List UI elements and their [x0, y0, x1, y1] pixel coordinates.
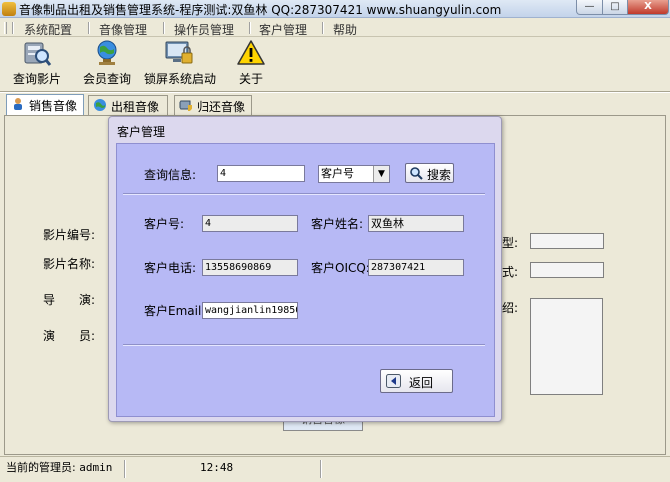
menu-help[interactable]: 帮助 [329, 21, 361, 38]
lock-screen-icon [165, 41, 193, 64]
chevron-down-icon[interactable]: ▼ [373, 166, 389, 182]
search-film-icon [24, 42, 52, 66]
menu-media-management[interactable]: 音像管理 [95, 21, 151, 38]
dialog-title: 客户管理 [117, 125, 166, 139]
menu-bar: 系统配置 音像管理 操作员管理 客户管理 帮助 [0, 19, 670, 37]
tab-sale-media-label: 销售音像 [29, 99, 78, 113]
query-field-selected: 客户号 [321, 167, 354, 180]
toolbar-query-film-label: 查询影片 [12, 72, 61, 86]
app-icon [2, 2, 16, 16]
admin-status: 当前的管理员: admin [2, 460, 112, 478]
toolbar-member-query-button[interactable]: 会员查询 [72, 39, 142, 89]
tab-rent-media[interactable]: 出租音像 [88, 95, 168, 115]
tab-return-media[interactable]: 归还音像 [174, 95, 252, 115]
intro-label: 绍: [502, 301, 519, 315]
phone-field[interactable]: 13558690869 [202, 259, 298, 276]
film-name-label: 影片名称: [43, 257, 96, 271]
dialog-divider-bottom [123, 344, 485, 346]
search-icon [410, 167, 423, 180]
toolbar-member-query-label: 会员查询 [82, 72, 131, 86]
toolbar-divider [0, 91, 670, 93]
menu-separator [12, 22, 14, 34]
format-label: 式: [502, 265, 519, 279]
qq-label: 客户OICQ: [311, 261, 370, 275]
customer-id-field[interactable]: 4 [202, 215, 298, 232]
maximize-button[interactable]: □ [602, 0, 628, 15]
toolbar-lock-screen-button[interactable]: 锁屏系统启动 [144, 39, 217, 89]
toolbar-query-film-button[interactable]: 查询影片 [2, 39, 72, 89]
back-icon [386, 374, 401, 388]
phone-label: 客户电话: [144, 261, 197, 275]
search-button[interactable]: 搜索 [405, 163, 454, 183]
intro-textarea[interactable] [530, 298, 603, 395]
menu-system-config[interactable]: 系统配置 [20, 21, 76, 38]
format-field[interactable] [530, 262, 604, 278]
warning-icon [237, 40, 265, 65]
search-button-label: 搜索 [427, 168, 452, 182]
type-label: 型: [502, 236, 519, 250]
customer-id-label: 客户号: [144, 217, 185, 231]
director-label: 导 演: [43, 293, 96, 307]
qq-field[interactable]: 287307421 [368, 259, 464, 276]
menu-separator [322, 22, 324, 34]
toolbar: 查询影片 会员查询 锁屏系统启动 关于 [0, 37, 670, 91]
email-field[interactable]: wangjianlin198501 [202, 302, 298, 319]
device-icon [179, 100, 192, 111]
tab-return-media-label: 归还音像 [197, 100, 246, 114]
back-button-label: 返回 [409, 376, 434, 390]
status-separator [124, 460, 126, 478]
back-button[interactable]: 返回 [380, 369, 453, 393]
dialog-divider-top [123, 193, 485, 195]
status-time: 12:48 [200, 461, 234, 474]
title-bar: 音像制品出租及销售管理系统-程序测试:双鱼林 QQ:287307421 www.… [0, 0, 670, 18]
tab-sale-media[interactable]: 销售音像 [6, 94, 84, 116]
person-icon [14, 98, 22, 110]
tab-rent-media-label: 出租音像 [111, 100, 160, 114]
email-label: 客户Email: [144, 304, 206, 318]
query-input[interactable]: 4 [217, 165, 305, 182]
customer-name-field[interactable]: 双鱼林 [368, 215, 464, 232]
menu-customer-management[interactable]: 客户管理 [255, 21, 311, 38]
actor-label: 演 员: [43, 329, 96, 343]
query-label: 查询信息: [144, 168, 197, 182]
film-id-label: 影片编号: [43, 228, 96, 242]
status-separator [320, 460, 322, 478]
toolbar-about-button[interactable]: 关于 [216, 39, 286, 89]
minimize-button[interactable]: — [576, 0, 603, 15]
menu-operator-management[interactable]: 操作员管理 [170, 21, 238, 38]
status-bar: 当前的管理员: admin 12:48 [0, 456, 670, 482]
menu-separator [249, 22, 251, 34]
toolbar-about-label: 关于 [238, 72, 263, 86]
close-button[interactable]: X [627, 0, 669, 15]
customer-name-label: 客户姓名: [311, 217, 364, 231]
type-field[interactable] [530, 233, 604, 249]
member-globe-icon [97, 40, 117, 65]
query-field-select[interactable]: 客户号 ▼ [318, 165, 390, 183]
menu-separator [163, 22, 165, 34]
globe-icon [94, 99, 106, 111]
toolbar-lock-screen-label: 锁屏系统启动 [144, 72, 217, 86]
admin-status-label: 当前的管理员: [6, 461, 76, 474]
admin-status-value: admin [79, 461, 113, 474]
window-title: 音像制品出租及销售管理系统-程序测试:双鱼林 QQ:287307421 www.… [19, 3, 502, 17]
menu-separator [88, 22, 90, 34]
menu-grip [4, 22, 7, 34]
